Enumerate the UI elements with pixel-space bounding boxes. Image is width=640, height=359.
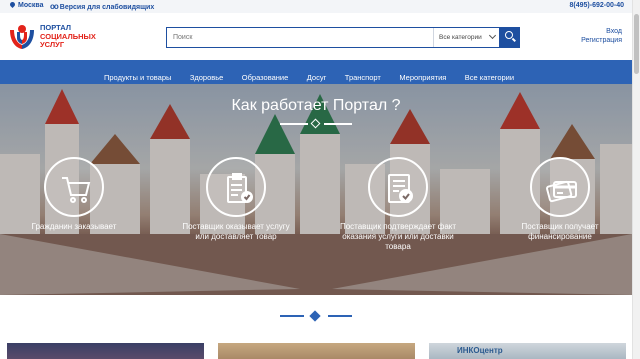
clipboard-checklist-icon (227, 173, 253, 203)
how-it-works-banner: Как работает Портал ? Гражданин заказыва… (0, 84, 632, 295)
divider-line (324, 123, 352, 125)
news-card-image[interactable]: ИНКОцентр (429, 343, 626, 359)
category-select-value: Все категории (439, 34, 482, 41)
nav-item-leisure[interactable]: Досуг (307, 73, 327, 82)
top-bar: Москва oo Версия для слабовидящих 8(495)-… (0, 0, 632, 13)
portal-logo[interactable]: Портал социальных услуг (8, 23, 98, 52)
step-caption: Гражданин заказывает (31, 222, 117, 231)
city-label: Москва (18, 2, 44, 9)
nav-item-all-categories[interactable]: Все категории (465, 73, 514, 82)
step-caption: Поставщик получает финансирование (521, 222, 599, 241)
phone-number[interactable]: 8(495)-692-00-40 (570, 2, 624, 9)
login-link[interactable]: Вход (581, 27, 622, 36)
hero-divider (280, 118, 352, 129)
logo-text: Портал социальных услуг (40, 23, 96, 50)
diamond-icon (310, 118, 321, 129)
search-input[interactable] (167, 28, 432, 47)
nav-item-products[interactable]: Продукты и товары (104, 73, 171, 82)
search-box: Все категории (166, 27, 500, 48)
logo-hands-icon (10, 25, 34, 49)
divider-line (280, 123, 308, 125)
news-card-image[interactable] (218, 343, 415, 359)
step-caption: Поставщик оказывает услугу или доставляе… (182, 222, 290, 241)
shopping-cart-icon (62, 177, 91, 203)
divider-line (328, 315, 352, 317)
step-caption: Поставщик подтверждает факт оказания усл… (339, 222, 457, 251)
register-link[interactable]: Регистрация (581, 36, 622, 45)
hero-title: Как работает Портал ? (231, 97, 401, 114)
step-funding: Поставщик получает финансирование (500, 157, 620, 242)
step-delivery: Поставщик оказывает услугу или доставляе… (176, 157, 296, 242)
header: Портал социальных услуг Все категории Вх… (0, 13, 632, 60)
nav-item-events[interactable]: Мероприятия (399, 73, 446, 82)
step-circle (206, 157, 266, 217)
step-order: Гражданин заказывает (14, 157, 134, 232)
diamond-icon (309, 310, 321, 322)
glasses-icon: oo (50, 2, 59, 11)
logo-line-3: услуг (40, 40, 65, 49)
section-divider (280, 310, 352, 322)
step-circle (368, 157, 428, 217)
scrollbar-thumb[interactable] (634, 14, 639, 74)
page-scrollbar[interactable] (632, 0, 640, 359)
search-button[interactable] (500, 27, 520, 48)
nav-item-transport[interactable]: Транспорт (345, 73, 381, 82)
news-card-caption: ИНКОцентр (457, 346, 503, 355)
news-card-image[interactable] (7, 343, 204, 359)
step-circle (44, 157, 104, 217)
step-confirm: Поставщик подтверждает факт оказания усл… (338, 157, 458, 252)
chevron-down-icon (488, 31, 497, 40)
main-nav: Продукты и товары Здоровье Образование Д… (0, 60, 632, 84)
category-select[interactable]: Все категории (433, 28, 501, 47)
search-icon-handle (512, 37, 516, 42)
auth-links: Вход Регистрация (581, 27, 622, 45)
location-pin-icon (8, 0, 17, 9)
accessibility-link[interactable]: oo Версия для слабовидящих (50, 2, 154, 11)
credit-cards-icon (546, 180, 577, 203)
step-circle (530, 157, 590, 217)
city-selector[interactable]: Москва (8, 0, 44, 9)
divider-line (280, 315, 304, 317)
accessibility-label: Версия для слабовидящих (59, 4, 155, 11)
nav-item-education[interactable]: Образование (242, 73, 289, 82)
nav-item-health[interactable]: Здоровье (190, 73, 223, 82)
document-check-icon (388, 174, 413, 203)
